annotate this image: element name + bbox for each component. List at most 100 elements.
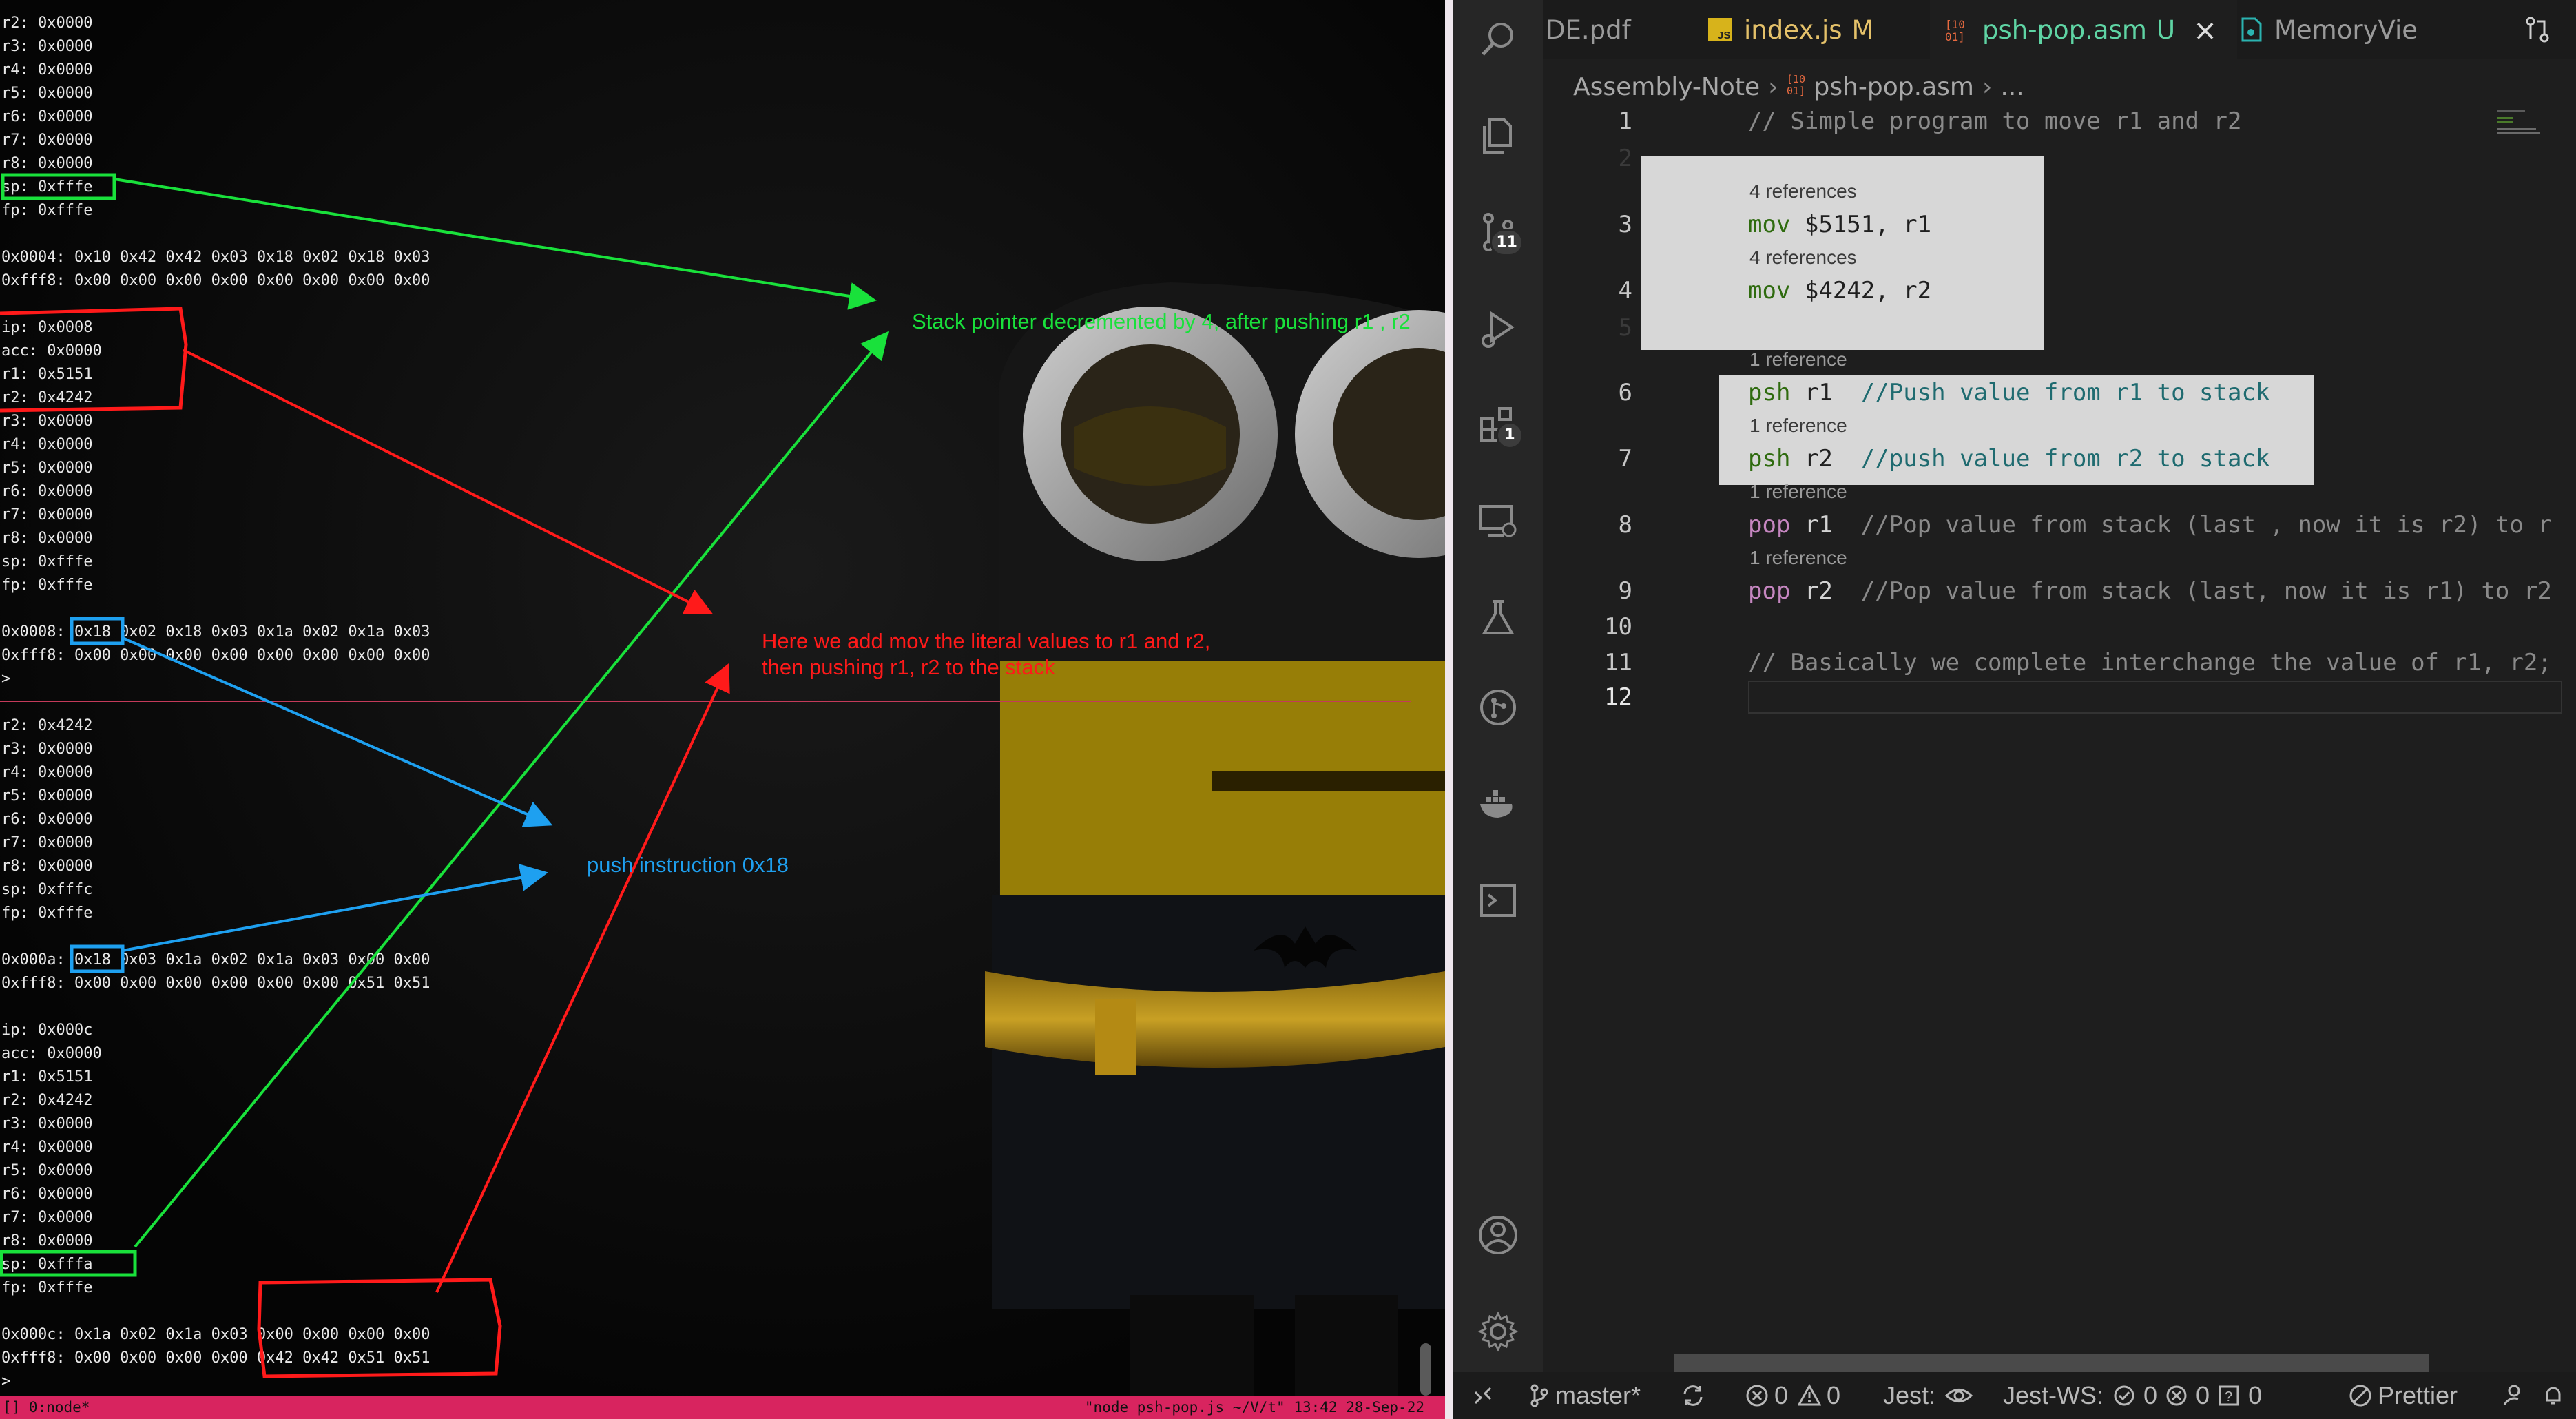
window-separator bbox=[1445, 0, 1453, 1419]
remote-indicator-icon[interactable] bbox=[1473, 1372, 1499, 1419]
prettier-status[interactable]: Prettier bbox=[2349, 1372, 2458, 1419]
code-line-11: // Basically we complete interchange the… bbox=[1748, 649, 2552, 676]
svg-text:JS: JS bbox=[1718, 30, 1730, 41]
extensions-icon[interactable]: 1 bbox=[1467, 394, 1529, 456]
line-number: 1 bbox=[1618, 107, 1632, 135]
codelens-line3[interactable]: 4 references bbox=[1749, 180, 1857, 203]
line-number: 8 bbox=[1618, 511, 1632, 539]
breadcrumb: Assembly-Note › [10 01] psh-pop.asm › ... bbox=[1573, 68, 2024, 106]
svg-text:01]: 01] bbox=[1945, 30, 1965, 43]
codelens-line9[interactable]: 1 reference bbox=[1749, 547, 1847, 569]
tab-untracked-badge: U bbox=[2156, 14, 2176, 45]
green-arrow-bottom bbox=[134, 331, 889, 1248]
code-line-3: mov $5151, r1 bbox=[1748, 211, 1931, 238]
warning-icon bbox=[1798, 1384, 1822, 1406]
code-comment: //Pop value from stack (last, now it is … bbox=[1860, 577, 2552, 605]
fail-x-icon bbox=[2166, 1385, 2187, 1406]
remote-explorer-icon[interactable] bbox=[1467, 490, 1529, 552]
notifications-bell-icon[interactable] bbox=[2542, 1372, 2570, 1419]
tab-close-icon[interactable]: × bbox=[2193, 13, 2217, 47]
jest-ws-fail-count: 0 bbox=[2196, 1381, 2210, 1409]
codelens-line6[interactable]: 1 reference bbox=[1749, 349, 1847, 371]
tab-pdf[interactable]: DE.pdf bbox=[1543, 0, 1690, 59]
green-highlight-sp-bottom bbox=[0, 1250, 137, 1277]
unknown-question-icon: ? bbox=[2219, 1385, 2239, 1406]
explorer-icon[interactable] bbox=[1467, 105, 1529, 167]
red-highlight-stack-bytes bbox=[257, 1278, 502, 1378]
breadcrumb-more[interactable]: ... bbox=[2000, 73, 2024, 101]
green-arrow-top bbox=[114, 178, 877, 310]
error-count: 0 bbox=[1774, 1381, 1789, 1409]
red-arrow-bottom bbox=[435, 663, 730, 1293]
line-number: 4 bbox=[1618, 277, 1632, 304]
git-graph-icon[interactable] bbox=[1467, 676, 1529, 738]
tab-label: DE.pdf bbox=[1546, 14, 1631, 45]
search-icon[interactable] bbox=[1467, 8, 1529, 70]
sync-icon[interactable] bbox=[1681, 1372, 1711, 1419]
annotation-mov-push-line2: then pushing r1, r2 to the stack bbox=[762, 655, 1055, 679]
breadcrumb-folder[interactable]: Assembly-Note bbox=[1573, 73, 1760, 101]
blue-arrow-top bbox=[122, 636, 553, 827]
vscode-window: 11 1 DE.pdf JS index.js M [10 01] psh-po… bbox=[1453, 0, 2576, 1419]
jest-ws-label: Jest-WS: bbox=[2003, 1381, 2104, 1409]
js-file-icon: JS bbox=[1708, 18, 1732, 41]
minimap[interactable] bbox=[2497, 110, 2546, 138]
settings-gear-icon[interactable] bbox=[1467, 1301, 1529, 1363]
tab-memoryview[interactable]: MemoryVie bbox=[2232, 0, 2441, 59]
blue-highlight-opcode-top bbox=[70, 617, 125, 645]
line-number: 5 bbox=[1618, 314, 1632, 342]
git-branch-status[interactable]: master* bbox=[1529, 1372, 1641, 1419]
code-keyword: psh bbox=[1748, 445, 1791, 473]
problems-status[interactable]: 0 0 bbox=[1745, 1372, 1840, 1419]
line-number: 7 bbox=[1618, 445, 1632, 473]
annotation-overlay bbox=[0, 173, 889, 1378]
source-control-icon[interactable]: 11 bbox=[1467, 201, 1529, 263]
code-keyword: mov bbox=[1748, 277, 1791, 304]
svg-text:[10: [10 bbox=[1945, 18, 1965, 31]
warning-count: 0 bbox=[1827, 1381, 1841, 1409]
code-comment: //Push value from r1 to stack bbox=[1860, 379, 2270, 406]
docker-icon[interactable] bbox=[1467, 773, 1529, 835]
chevron-right-icon: › bbox=[1982, 72, 1993, 101]
open-changes-icon[interactable] bbox=[2524, 0, 2551, 59]
activity-bar: 11 1 bbox=[1453, 0, 1543, 1372]
codelens-line8[interactable]: 1 reference bbox=[1749, 481, 1847, 503]
annotation-push-instruction: push instruction 0x18 bbox=[587, 853, 789, 877]
line-number: 10 bbox=[1604, 613, 1632, 641]
tab-psh-pop-asm[interactable]: [10 01] psh-pop.asm U × bbox=[1930, 0, 2237, 59]
terminal-pane[interactable]: r2: 0x0000 r3: 0x0000 r4: 0x0000 r5: 0x0000… bbox=[0, 0, 1445, 1419]
code-keyword: pop bbox=[1748, 511, 1791, 539]
status-bar: master* 0 0 Jest: Jest-WS: 0 0 ? 0 Prett… bbox=[1453, 1372, 2576, 1419]
green-highlight-sp-top bbox=[1, 173, 116, 200]
current-line-highlight bbox=[1748, 681, 2562, 714]
chevron-right-icon: › bbox=[1768, 72, 1778, 101]
code-operands: $4242, r2 bbox=[1790, 277, 1932, 304]
asm-file-icon: [10 01] bbox=[1945, 16, 1970, 43]
terminal-panel-icon[interactable] bbox=[1467, 869, 1529, 931]
line-number: 11 bbox=[1604, 649, 1632, 676]
testing-flask-icon[interactable] bbox=[1467, 587, 1529, 649]
codelens-line4[interactable]: 4 references bbox=[1749, 247, 1857, 269]
eye-icon bbox=[1945, 1389, 1973, 1402]
line-number: 12 bbox=[1604, 683, 1632, 711]
tab-label: MemoryVie bbox=[2274, 14, 2418, 45]
tmux-window-list[interactable]: [] 0:node* bbox=[3, 1396, 90, 1419]
pass-check-icon bbox=[2114, 1385, 2134, 1406]
code-line-7: psh r2 //push value from r2 to stack bbox=[1748, 445, 2269, 473]
code-operands: r1 bbox=[1790, 379, 1861, 406]
code-operands: r2 bbox=[1790, 577, 1861, 605]
accounts-icon[interactable] bbox=[1467, 1204, 1529, 1266]
jest-ws-unknown-count: 0 bbox=[2248, 1381, 2263, 1409]
code-editor[interactable]: 4 references 4 references 1 reference 1 … bbox=[1543, 103, 2562, 1343]
breadcrumb-file[interactable]: psh-pop.asm bbox=[1814, 73, 1974, 101]
blue-arrow-bottom bbox=[122, 864, 548, 952]
run-debug-icon[interactable] bbox=[1467, 298, 1529, 360]
code-keyword: pop bbox=[1748, 577, 1791, 605]
jest-ws-status[interactable]: Jest-WS: 0 0 ? 0 bbox=[2003, 1372, 2262, 1419]
feedback-icon[interactable] bbox=[2500, 1372, 2529, 1419]
editor-horizontal-scrollbar[interactable] bbox=[1674, 1354, 2429, 1374]
tab-index-js[interactable]: JS index.js M bbox=[1708, 0, 1922, 59]
jest-status[interactable]: Jest: bbox=[1883, 1372, 1978, 1419]
codelens-line7[interactable]: 1 reference bbox=[1749, 415, 1847, 437]
line-number: 3 bbox=[1618, 211, 1632, 238]
